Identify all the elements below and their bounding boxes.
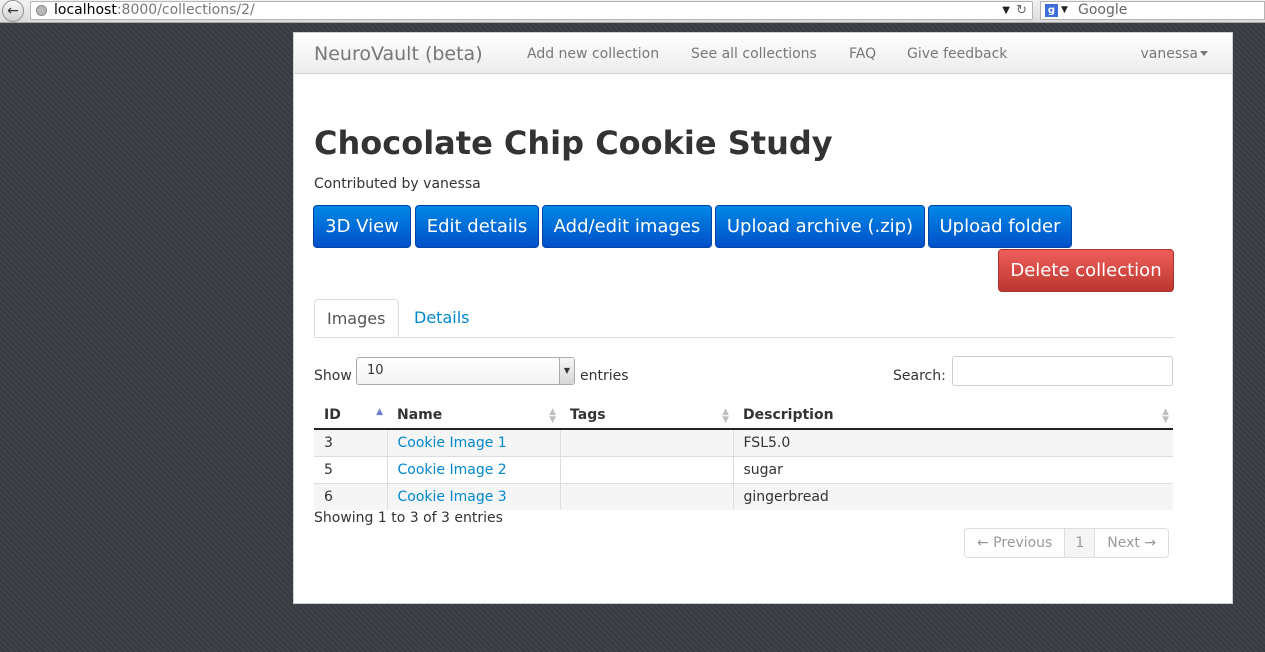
column-header-id[interactable]: ID ▲: [314, 401, 387, 430]
page-size-select[interactable]: 10 ▼: [356, 357, 575, 385]
cell-name: Cookie Image 1: [386, 428, 560, 457]
page-container: NeuroVault (beta) Add new collection See…: [293, 32, 1233, 604]
cell-description: gingerbread: [732, 483, 1173, 510]
sort-both-icon: ▲ ▼: [1162, 407, 1169, 425]
caret-down-icon[interactable]: [1200, 51, 1208, 56]
brand-link[interactable]: NeuroVault (beta): [314, 33, 483, 75]
current-page-button[interactable]: 1: [1064, 529, 1095, 557]
cell-id: 5: [314, 456, 387, 484]
image-link[interactable]: Cookie Image 1: [398, 435, 507, 451]
table-row: 5 Cookie Image 2 sugar: [314, 456, 1173, 484]
column-description-label: Description: [743, 406, 834, 423]
tab-images[interactable]: Images: [314, 299, 399, 337]
table-header-row: ID ▲ Name ▲ ▼ Tags ▲ ▼ Description ▲ ▼: [314, 401, 1173, 430]
browser-toolbar: ← localhost:8000/collections/2/ ▼ ↻ g ▼ …: [0, 0, 1265, 23]
back-arrow-icon[interactable]: ←: [2, 0, 24, 22]
3d-view-button[interactable]: 3D View: [313, 205, 411, 248]
google-icon[interactable]: g: [1045, 4, 1058, 17]
show-label: Show: [314, 368, 352, 384]
nav-see-all-collections[interactable]: See all collections: [691, 33, 817, 75]
column-tags-label: Tags: [570, 406, 606, 423]
column-header-name[interactable]: Name ▲ ▼: [387, 401, 560, 430]
delete-collection-button[interactable]: Delete collection: [998, 249, 1174, 292]
image-link[interactable]: Cookie Image 2: [398, 462, 507, 478]
tab-details[interactable]: Details: [402, 299, 481, 337]
column-header-tags[interactable]: Tags ▲ ▼: [560, 401, 733, 430]
upload-folder-button[interactable]: Upload folder: [928, 205, 1072, 248]
table-row: 6 Cookie Image 3 gingerbread: [314, 483, 1173, 510]
table-info: Showing 1 to 3 of 3 entries: [314, 510, 503, 526]
images-table: ID ▲ Name ▲ ▼ Tags ▲ ▼ Description ▲ ▼ 3 Cookie…: [314, 401, 1173, 510]
upload-archive-button[interactable]: Upload archive (.zip): [715, 205, 925, 248]
column-header-description[interactable]: Description ▲ ▼: [733, 401, 1173, 430]
cell-id: 3: [314, 428, 387, 457]
site-identity-icon[interactable]: [36, 5, 47, 16]
table-search-input[interactable]: [952, 356, 1173, 386]
next-page-button[interactable]: Next →: [1094, 529, 1169, 557]
sort-both-icon: ▲ ▼: [549, 407, 556, 425]
edit-details-button[interactable]: Edit details: [415, 205, 539, 248]
cell-tags: [559, 456, 733, 484]
nav-faq[interactable]: FAQ: [849, 33, 876, 75]
history-dropdown-icon[interactable]: ▼: [1002, 2, 1010, 19]
cell-description: FSL5.0: [732, 428, 1173, 457]
address-bar[interactable]: localhost:8000/collections/2/ ▼ ↻: [30, 1, 1033, 20]
search-engine-placeholder: Google: [1078, 2, 1128, 18]
table-row: 3 Cookie Image 1 FSL5.0: [314, 428, 1173, 457]
page-size-value: 10: [367, 363, 384, 378]
navbar: NeuroVault (beta) Add new collection See…: [294, 33, 1232, 74]
previous-page-button[interactable]: ← Previous: [965, 529, 1065, 557]
url-text: localhost:8000/collections/2/: [54, 2, 255, 19]
url-path: :8000/collections/2/: [116, 2, 255, 18]
engine-dropdown-icon[interactable]: ▼: [1061, 2, 1068, 19]
cell-name: Cookie Image 2: [386, 456, 560, 484]
column-id-label: ID: [324, 406, 341, 423]
sort-both-icon: ▲ ▼: [722, 407, 729, 425]
entries-label: entries: [580, 368, 629, 384]
tab-bar: Images Details: [314, 299, 1174, 338]
select-arrow-icon[interactable]: ▼: [559, 358, 574, 384]
search-label: Search:: [893, 368, 946, 384]
pagination: ← Previous 1 Next →: [964, 528, 1170, 558]
nav-give-feedback[interactable]: Give feedback: [907, 33, 1007, 75]
cell-description: sugar: [732, 456, 1173, 484]
cell-tags: [559, 428, 733, 457]
url-host: localhost: [54, 2, 117, 18]
contributor-byline: Contributed by vanessa: [314, 176, 481, 192]
reload-icon[interactable]: ↻: [1016, 2, 1027, 19]
cell-tags: [559, 483, 733, 510]
column-name-label: Name: [397, 406, 443, 423]
nav-add-collection[interactable]: Add new collection: [527, 33, 659, 75]
browser-search-bar[interactable]: g ▼ Google: [1040, 1, 1265, 20]
sort-ascending-icon: ▲: [376, 407, 383, 417]
add-edit-images-button[interactable]: Add/edit images: [542, 205, 712, 248]
cell-id: 6: [314, 483, 387, 510]
page-title: Chocolate Chip Cookie Study: [314, 124, 833, 162]
user-menu[interactable]: vanessa: [1140, 33, 1198, 75]
cell-name: Cookie Image 3: [386, 483, 560, 510]
image-link[interactable]: Cookie Image 3: [398, 489, 507, 505]
